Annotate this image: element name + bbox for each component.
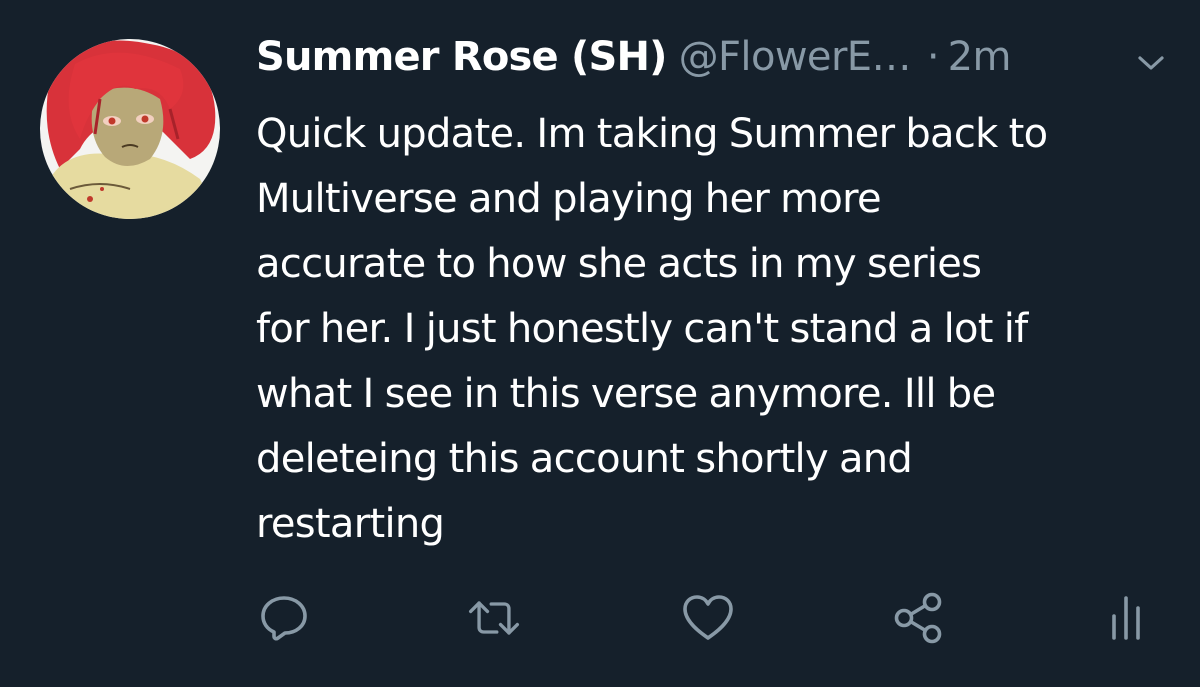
share-button[interactable] bbox=[890, 590, 946, 646]
author-handle[interactable]: @FlowerE… bbox=[679, 34, 912, 80]
avatar[interactable] bbox=[40, 39, 220, 219]
reply-icon bbox=[261, 596, 307, 641]
tweet-header: Summer Rose (SH) @FlowerE… · 2m bbox=[256, 34, 1176, 92]
avatar-image bbox=[40, 39, 220, 219]
separator-dot: · bbox=[926, 34, 940, 80]
author-name[interactable]: Summer Rose (SH) bbox=[256, 34, 667, 80]
analytics-icon bbox=[1112, 596, 1140, 640]
like-icon bbox=[683, 595, 733, 640]
timestamp[interactable]: 2m bbox=[948, 34, 1012, 80]
retweet-icon bbox=[468, 601, 520, 635]
reply-button[interactable] bbox=[256, 590, 312, 646]
analytics-button[interactable] bbox=[1098, 590, 1154, 646]
like-button[interactable] bbox=[680, 590, 736, 646]
tweet-text: Quick update. Im taking Summer back to M… bbox=[256, 111, 1048, 547]
share-icon bbox=[894, 592, 942, 644]
tweet-content: Summer Rose (SH) @FlowerE… · 2m Quick up… bbox=[256, 34, 1176, 557]
action-bar bbox=[0, 590, 1200, 650]
chevron-down-icon[interactable] bbox=[1136, 52, 1166, 74]
retweet-button[interactable] bbox=[466, 590, 522, 646]
tweet-card[interactable]: Summer Rose (SH) @FlowerE… · 2m Quick up… bbox=[0, 0, 1200, 687]
